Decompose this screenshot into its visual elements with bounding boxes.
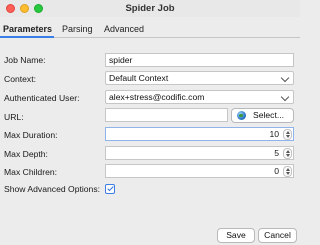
window-title: Spider Job [125, 3, 175, 14]
chevron-down-icon [280, 92, 290, 102]
context-label: Context: [4, 74, 37, 84]
tab-bar: Parameters Parsing Advanced [0, 21, 300, 38]
show-advanced-options-checkbox[interactable] [105, 184, 115, 194]
chevron-down-icon [280, 73, 290, 83]
tab-parsing[interactable]: Parsing [62, 24, 93, 34]
max-children-value: 0 [274, 166, 279, 176]
show-advanced-options-label: Show Advanced Options: [4, 184, 101, 194]
max-duration-spinner[interactable]: 10 [105, 127, 294, 141]
active-tab-indicator [0, 36, 54, 38]
select-url-button[interactable]: Select... [231, 108, 294, 123]
context-value: Default Context [109, 73, 169, 83]
url-label: URL: [4, 112, 24, 122]
checkmark-icon [107, 184, 114, 192]
max-depth-label: Max Depth: [4, 149, 48, 159]
title-bar: Spider Job [0, 0, 300, 17]
authenticated-user-label: Authenticated User: [4, 93, 80, 103]
job-name-input[interactable]: spider [105, 53, 294, 67]
url-input[interactable] [105, 108, 228, 122]
authenticated-user-value: alex+stress@codific.com [109, 92, 205, 102]
max-depth-value: 5 [274, 148, 279, 158]
stepper-icon[interactable] [283, 148, 292, 159]
max-children-label: Max Children: [4, 167, 58, 177]
job-name-value: spider [109, 55, 133, 65]
authenticated-user-dropdown[interactable]: alex+stress@codific.com [105, 90, 294, 104]
job-name-label: Job Name: [4, 55, 46, 65]
max-duration-label: Max Duration: [4, 130, 58, 140]
context-dropdown[interactable]: Default Context [105, 71, 294, 85]
cancel-button[interactable]: Cancel [258, 228, 297, 243]
save-button-label: Save [226, 230, 246, 240]
max-children-spinner[interactable]: 0 [105, 164, 294, 178]
save-button[interactable]: Save [217, 228, 255, 243]
stepper-icon[interactable] [283, 166, 292, 177]
max-duration-value: 10 [269, 129, 279, 139]
tab-advanced[interactable]: Advanced [104, 24, 144, 34]
cancel-button-label: Cancel [264, 230, 291, 240]
select-url-button-label: Select... [252, 110, 285, 120]
max-depth-spinner[interactable]: 5 [105, 146, 294, 160]
tab-parameters[interactable]: Parameters [3, 24, 52, 34]
stepper-icon[interactable] [283, 129, 292, 140]
